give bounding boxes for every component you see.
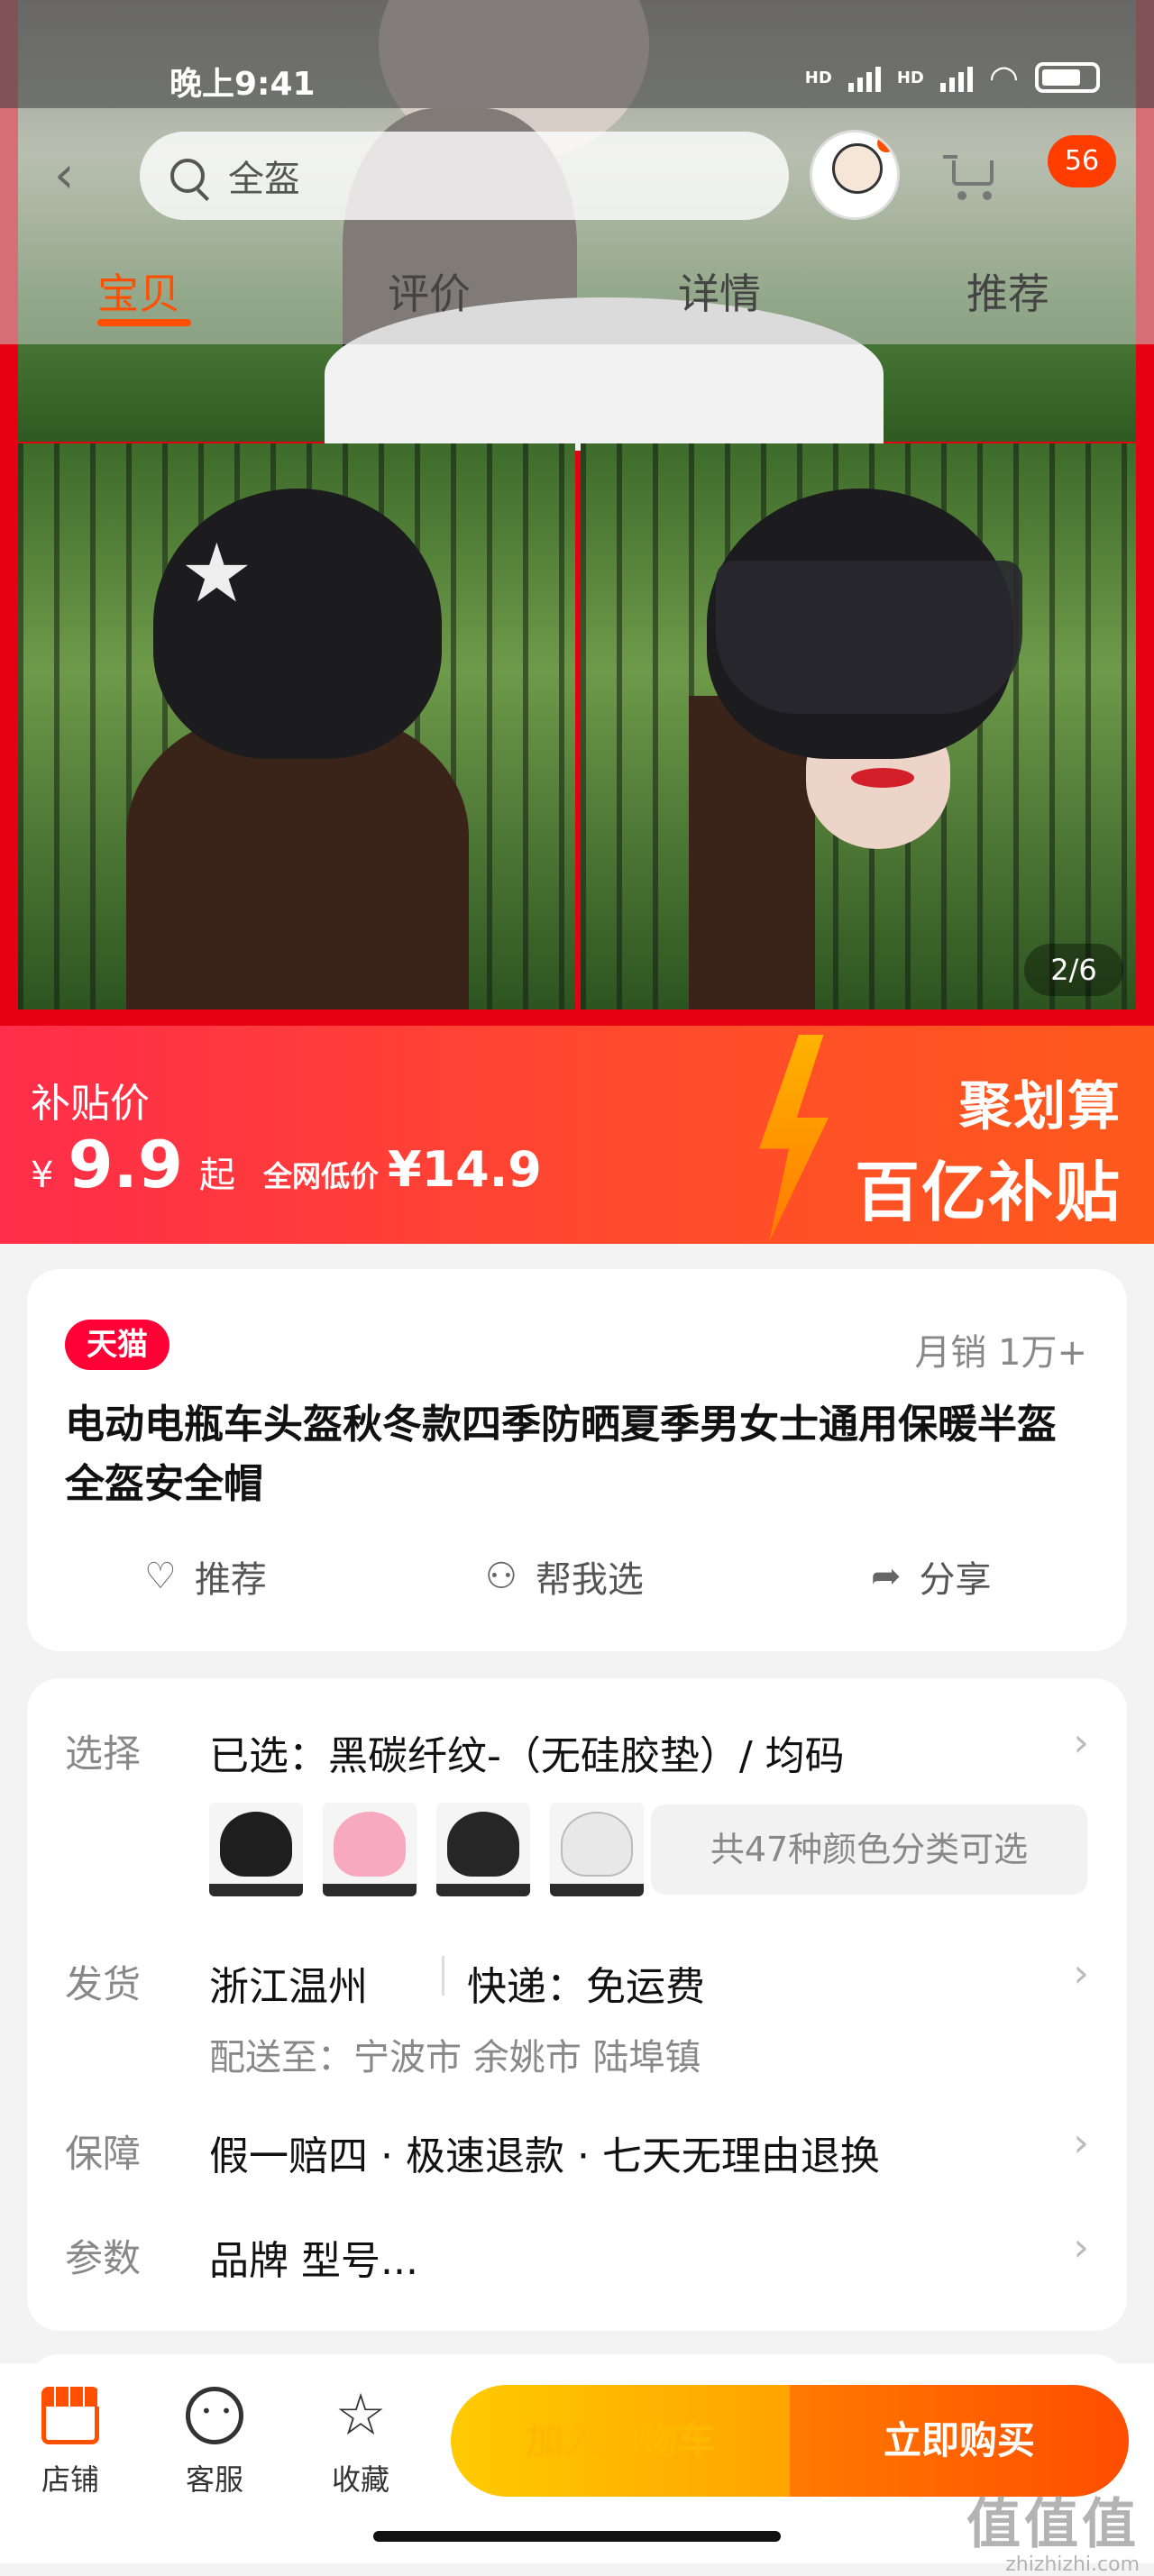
active-tab-underline	[97, 319, 191, 326]
price-value: 9.9	[68, 1127, 183, 1202]
signal-icon	[847, 63, 881, 92]
heart-icon: ♡	[144, 1556, 177, 1597]
promo-line2: 百亿补贴	[854, 1155, 1122, 1230]
lightning-icon	[759, 1035, 829, 1242]
star-decal-icon: ★	[180, 526, 253, 621]
product-title[interactable]: 电动电瓶车头盔秋冬款四季防晒夏季男女士通用保暖半盔全盔安全帽	[65, 1395, 1093, 1514]
select-label: 选择	[65, 1731, 142, 1776]
status-icons: HD HD ◠	[805, 58, 1100, 97]
section-tabs: 宝贝 评价 详情 推荐	[0, 252, 1154, 343]
chevron-right-icon[interactable]: ›	[1073, 2120, 1089, 2166]
share-button[interactable]: ➦ 分享	[871, 1550, 992, 1603]
tab-recommend[interactable]: 推荐	[966, 261, 1049, 321]
guarantee-label: 保障	[65, 2132, 142, 2176]
params-value[interactable]: 品牌 型号...	[209, 2228, 418, 2286]
subsidy-price: ¥ 9.9 起	[31, 1127, 235, 1202]
hd-label: HD	[804, 68, 832, 87]
chevron-right-icon[interactable]: ›	[1073, 1720, 1089, 1766]
avatar[interactable]	[810, 130, 900, 220]
customer-service-icon	[186, 2387, 243, 2444]
variant-thumb-black[interactable]	[209, 1803, 303, 1896]
cart-count-badge: 56	[1048, 135, 1116, 187]
search-placeholder: 全盔	[228, 159, 300, 200]
gallery-photo-right	[581, 443, 1136, 1009]
favorite-label: 收藏	[331, 2462, 389, 2497]
people-icon: ⚇	[485, 1556, 517, 1597]
battery-icon	[1035, 62, 1100, 93]
shipping-label: 发货	[65, 1962, 142, 2006]
params-label: 参数	[65, 2236, 142, 2280]
shop-icon	[41, 2387, 99, 2444]
model-lips	[851, 768, 914, 788]
tmall-badge: 天猫	[65, 1320, 169, 1370]
watermark-brand: 值值值	[966, 2493, 1140, 2556]
shop-label: 店铺	[41, 2462, 99, 2497]
recommend-button[interactable]: ♡ 推荐	[144, 1550, 267, 1603]
juhuasuan-promo-logo[interactable]: 聚划算 百亿补贴	[855, 1064, 1122, 1234]
shipping-fee: 快递：免运费	[467, 1964, 705, 2010]
status-time: 晚上9:41	[169, 66, 316, 103]
currency-symbol: ¥	[31, 1155, 54, 1196]
add-to-cart-button[interactable]: 加入购物车	[451, 2385, 790, 2497]
product-detail-card: 选择 已选：黑碳纤纹-（无硅胶垫）/ 均码 › 共47种颜色分类可选 发货 浙江…	[27, 1678, 1127, 2331]
favorite-button[interactable]: ☆ 收藏	[307, 2387, 415, 2498]
chevron-right-icon[interactable]: ›	[1073, 2224, 1089, 2270]
shop-button[interactable]: 店铺	[16, 2387, 124, 2498]
price-banner: 补贴价 ¥ 9.9 起 全网低价 ¥14.9 聚划算 百亿补贴	[0, 1026, 1154, 1244]
promo-line1: 聚划算	[958, 1075, 1122, 1137]
subsidy-price-label: 补贴价	[31, 1081, 150, 1127]
variant-thumbnails	[209, 1803, 644, 1896]
cart-icon[interactable]	[943, 151, 997, 200]
search-icon	[170, 159, 205, 193]
net-low-price: 全网低价 ¥14.9	[263, 1141, 542, 1198]
gallery-page-indicator: 2/6	[1024, 944, 1123, 996]
recommend-label: 推荐	[194, 1559, 267, 1601]
tab-baobei[interactable]: 宝贝	[97, 261, 180, 321]
home-indicator[interactable]	[373, 2531, 781, 2542]
net-low-label: 全网低价	[263, 1159, 380, 1193]
wifi-icon: ◠	[988, 58, 1019, 97]
divider	[442, 1956, 444, 1996]
help-me-choose-button[interactable]: ⚇ 帮我选	[485, 1550, 644, 1603]
guarantee-value[interactable]: 假一赔四 · 极速退款 · 七天无理由退换	[209, 2124, 880, 2181]
tab-details[interactable]: 详情	[678, 261, 761, 321]
status-bar: 晚上9:41 HD HD ◠	[0, 0, 1154, 108]
service-label: 客服	[185, 2462, 243, 2497]
share-icon: ➦	[871, 1556, 902, 1597]
variant-thumb-white[interactable]	[550, 1803, 644, 1896]
net-low-value: ¥14.9	[388, 1141, 542, 1198]
help-choose-label: 帮我选	[535, 1559, 644, 1601]
chevron-right-icon[interactable]: ›	[1073, 1950, 1089, 1996]
selected-variant[interactable]: 已选：黑碳纤纹-（无硅胶垫）/ 均码	[209, 1723, 845, 1781]
ship-from: 浙江温州	[209, 1964, 368, 2010]
product-actions: ♡ 推荐 ⚇ 帮我选 ➦ 分享	[27, 1550, 1127, 1622]
hd-label: HD	[896, 68, 924, 87]
helmet-visor	[716, 561, 1022, 714]
variant-thumb-pink[interactable]	[323, 1803, 417, 1896]
monthly-sales: 月销 1万+	[914, 1332, 1087, 1374]
variant-thumb-black-star[interactable]	[436, 1803, 530, 1896]
avatar-face-icon	[832, 143, 883, 194]
star-icon: ☆	[334, 2382, 387, 2449]
share-label: 分享	[919, 1559, 992, 1601]
tab-reviews[interactable]: 评价	[388, 261, 471, 321]
signal-icon	[939, 63, 973, 92]
product-info-card: 天猫 月销 1万+ 电动电瓶车头盔秋冬款四季防晒夏季男女士通用保暖半盔全盔安全帽…	[27, 1269, 1127, 1651]
notification-dot	[877, 134, 895, 152]
back-chevron-icon[interactable]: ‹	[54, 151, 99, 201]
price-suffix: 起	[199, 1155, 235, 1196]
delivery-address[interactable]: 配送至：宁波市 余姚市 陆埠镇	[209, 2028, 701, 2080]
watermark: 值值值 zhizhizhi.com	[966, 2480, 1140, 2576]
search-bar[interactable]: 全盔	[140, 132, 789, 220]
gallery-photo-left: ★	[18, 443, 575, 1009]
color-options-count[interactable]: 共47种颜色分类可选	[651, 1804, 1087, 1895]
customer-service-button[interactable]: 客服	[160, 2387, 269, 2498]
